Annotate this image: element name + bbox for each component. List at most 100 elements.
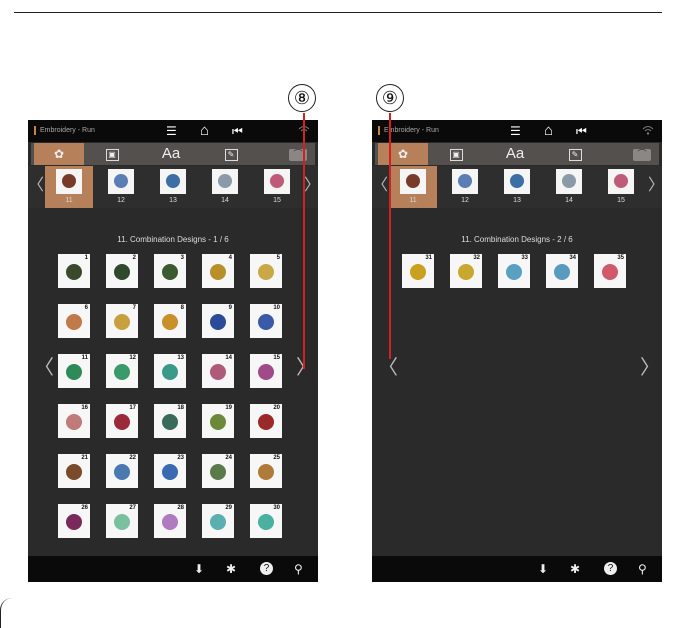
page-prev-arrow[interactable]: 〈: [378, 358, 398, 378]
design-tile[interactable]: 1: [58, 254, 90, 288]
category-motif: [114, 174, 128, 188]
category-item[interactable]: 13: [493, 166, 541, 208]
tab-builtin-designs[interactable]: ✿: [378, 143, 428, 165]
design-tile[interactable]: 7: [106, 304, 138, 338]
design-tile[interactable]: 10: [250, 304, 282, 338]
design-motif: [66, 514, 82, 530]
category-item[interactable]: 15: [253, 166, 301, 208]
design-tile[interactable]: 33: [498, 254, 530, 288]
design-motif: [114, 314, 130, 330]
tab-frame[interactable]: ▣: [431, 143, 481, 165]
page-prev-arrow[interactable]: 〈: [34, 358, 54, 378]
design-tile[interactable]: 6: [58, 304, 90, 338]
category-carousel: 〈 11 12 13 14 15 〉: [28, 166, 318, 208]
tab-edit[interactable]: ✎: [203, 143, 259, 165]
design-motif: [66, 464, 82, 480]
category-item[interactable]: 13: [149, 166, 197, 208]
design-tile[interactable]: 21: [58, 454, 90, 488]
design-tile[interactable]: 24: [202, 454, 234, 488]
tab-text[interactable]: Aa: [487, 143, 543, 165]
design-tile[interactable]: 13: [154, 354, 186, 388]
page-next-arrow[interactable]: 〉: [640, 358, 660, 378]
design-tile[interactable]: 22: [106, 454, 138, 488]
design-number: 29: [225, 505, 232, 511]
design-number: 6: [84, 305, 88, 311]
carousel-next-arrow[interactable]: 〉: [304, 176, 318, 196]
design-tile[interactable]: 14: [202, 354, 234, 388]
design-tile[interactable]: 20: [250, 404, 282, 438]
status-bar: Embroidery - Run ☰ ⌂ ⏮: [372, 120, 662, 142]
design-tile[interactable]: 30: [250, 504, 282, 538]
design-tile[interactable]: 32: [450, 254, 482, 288]
design-tile[interactable]: 16: [58, 404, 90, 438]
back-icon[interactable]: ⏮: [232, 124, 243, 138]
category-item[interactable]: 15: [597, 166, 645, 208]
page-label: 11. Combination Designs - 2 / 6: [461, 235, 573, 244]
menu-icon[interactable]: ☰: [166, 124, 177, 138]
settings-icon[interactable]: ✱: [226, 562, 236, 576]
design-tile[interactable]: 28: [154, 504, 186, 538]
carousel-next-arrow[interactable]: 〉: [648, 176, 662, 196]
carousel-prev-arrow[interactable]: 〈: [28, 176, 44, 196]
design-number: 14: [225, 355, 232, 361]
category-item[interactable]: 14: [201, 166, 249, 208]
page-next-arrow[interactable]: 〉: [296, 358, 316, 378]
design-motif: [210, 414, 226, 430]
design-tile[interactable]: 9: [202, 304, 234, 338]
design-tile[interactable]: 31: [402, 254, 434, 288]
design-tile[interactable]: 18: [154, 404, 186, 438]
design-tile[interactable]: 34: [546, 254, 578, 288]
help-icon[interactable]: ?: [260, 562, 273, 575]
home-icon[interactable]: ⌂: [544, 123, 553, 138]
save-icon[interactable]: ⬇: [194, 562, 204, 576]
minimize-button[interactable]: ⌒: [287, 143, 309, 165]
home-icon[interactable]: ⌂: [200, 123, 209, 138]
menu-icon[interactable]: ☰: [510, 124, 521, 138]
design-motif: [506, 264, 522, 280]
design-tile[interactable]: 15: [250, 354, 282, 388]
design-motif: [66, 314, 82, 330]
design-tile[interactable]: 8: [154, 304, 186, 338]
design-tile[interactable]: 35: [594, 254, 626, 288]
design-tile[interactable]: 19: [202, 404, 234, 438]
category-item[interactable]: 12: [441, 166, 489, 208]
design-tile[interactable]: 2: [106, 254, 138, 288]
design-number: 3: [180, 255, 184, 261]
tab-text[interactable]: Aa: [143, 143, 199, 165]
design-number: 21: [81, 455, 88, 461]
category-item[interactable]: 11: [389, 166, 437, 208]
back-icon[interactable]: ⏮: [576, 124, 587, 138]
help-icon[interactable]: ?: [604, 562, 617, 575]
tab-frame[interactable]: ▣: [87, 143, 137, 165]
page-label: 11. Combination Designs - 1 / 6: [117, 235, 229, 244]
category-item[interactable]: 12: [97, 166, 145, 208]
design-tile[interactable]: 3: [154, 254, 186, 288]
category-item[interactable]: 11: [45, 166, 93, 208]
tab-builtin-designs[interactable]: ✿: [34, 143, 84, 165]
design-tile[interactable]: 5: [250, 254, 282, 288]
design-tile[interactable]: 23: [154, 454, 186, 488]
status-title: Embroidery - Run: [34, 126, 95, 135]
carousel-prev-arrow[interactable]: 〈: [372, 176, 388, 196]
design-tile[interactable]: 29: [202, 504, 234, 538]
design-tile[interactable]: 27: [106, 504, 138, 538]
design-number: 4: [228, 255, 232, 261]
save-icon[interactable]: ⬇: [538, 562, 548, 576]
tools-icon[interactable]: ⚲: [638, 562, 647, 576]
category-motif: [218, 174, 232, 188]
category-thumbnail: [556, 169, 582, 194]
design-tile[interactable]: 26: [58, 504, 90, 538]
design-motif: [162, 514, 178, 530]
category-item[interactable]: 14: [545, 166, 593, 208]
minimize-button[interactable]: ⌒: [631, 143, 653, 165]
design-tile[interactable]: 4: [202, 254, 234, 288]
wifi-icon: [642, 124, 654, 138]
settings-icon[interactable]: ✱: [570, 562, 580, 576]
category-thumbnail: [108, 169, 134, 194]
design-tile[interactable]: 17: [106, 404, 138, 438]
tools-icon[interactable]: ⚲: [294, 562, 303, 576]
tab-edit[interactable]: ✎: [547, 143, 603, 165]
design-tile[interactable]: 12: [106, 354, 138, 388]
design-tile[interactable]: 11: [58, 354, 90, 388]
design-tile[interactable]: 25: [250, 454, 282, 488]
